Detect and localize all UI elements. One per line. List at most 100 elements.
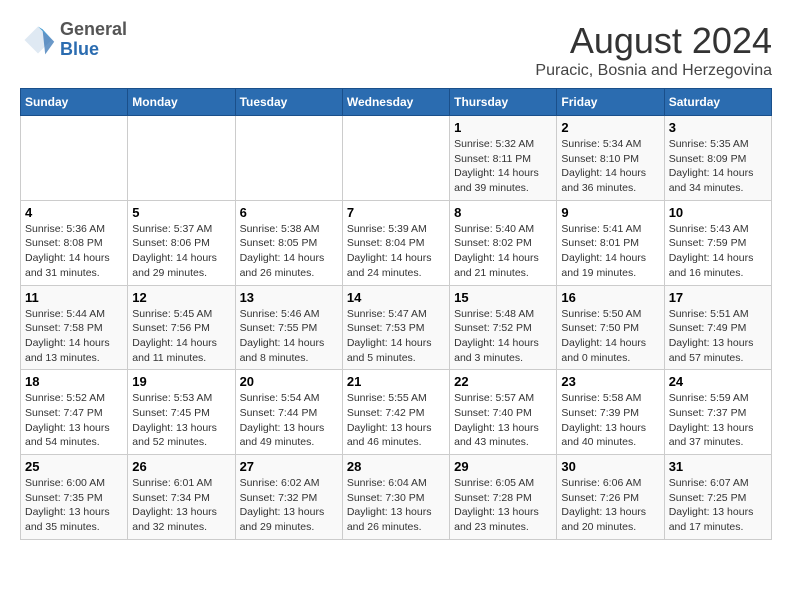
day-number: 29 bbox=[454, 459, 552, 474]
calendar-cell: 11Sunrise: 5:44 AMSunset: 7:58 PMDayligh… bbox=[21, 285, 128, 370]
calendar-cell: 12 Sunrise: 5:45 AMSunset: 7:56 PMDayligh… bbox=[128, 285, 235, 370]
day-number: 5 bbox=[132, 205, 230, 220]
day-info: Sunrise: 6:07 AMSunset: 7:25 PMDaylight:… bbox=[669, 476, 767, 535]
day-number: 3 bbox=[669, 120, 767, 135]
day-info: Sunrise: 5:54 AMSunset: 7:44 PMDaylight:… bbox=[240, 391, 338, 450]
day-info: Sunrise: 5:36 AMSunset: 8:08 PMDaylight:… bbox=[25, 222, 123, 281]
day-info: Sunrise: 5:40 AMSunset: 8:02 PMDaylight:… bbox=[454, 222, 552, 281]
day-number: 28 bbox=[347, 459, 445, 474]
day-info: Sunrise: 5:38 AMSunset: 8:05 PMDaylight:… bbox=[240, 222, 338, 281]
day-number: 21 bbox=[347, 374, 445, 389]
calendar-week-5: 25 Sunrise: 6:00 AMSunset: 7:35 PMDayligh… bbox=[21, 455, 772, 540]
calendar-cell: 28 Sunrise: 6:04 AMSunset: 7:30 PMDayligh… bbox=[342, 455, 449, 540]
day-number: 20 bbox=[240, 374, 338, 389]
day-info: Sunrise: 6:05 AMSunset: 7:28 PMDaylight:… bbox=[454, 476, 552, 535]
day-number: 13 bbox=[240, 290, 338, 305]
day-info: Sunrise: 6:04 AMSunset: 7:30 PMDaylight:… bbox=[347, 476, 445, 535]
calendar-cell: 27 Sunrise: 6:02 AMSunset: 7:32 PMDayligh… bbox=[235, 455, 342, 540]
day-info: Sunrise: 6:01 AMSunset: 7:34 PMDaylight:… bbox=[132, 476, 230, 535]
day-info: Sunrise: 5:47 AMSunset: 7:53 PMDaylight:… bbox=[347, 307, 445, 366]
day-number: 15 bbox=[454, 290, 552, 305]
day-number: 24 bbox=[669, 374, 767, 389]
col-header-wednesday: Wednesday bbox=[342, 89, 449, 116]
day-info: Sunrise: 5:51 AMSunset: 7:49 PMDaylight:… bbox=[669, 307, 767, 366]
day-info: Sunrise: 5:53 AMSunset: 7:45 PMDaylight:… bbox=[132, 391, 230, 450]
calendar-cell: 15Sunrise: 5:48 AMSunset: 7:52 PMDayligh… bbox=[450, 285, 557, 370]
logo-text: General Blue bbox=[60, 20, 127, 60]
day-info: Sunrise: 6:06 AMSunset: 7:26 PMDaylight:… bbox=[561, 476, 659, 535]
day-number: 2 bbox=[561, 120, 659, 135]
day-info: Sunrise: 6:00 AMSunset: 7:35 PMDaylight:… bbox=[25, 476, 123, 535]
day-number: 26 bbox=[132, 459, 230, 474]
calendar-week-2: 4 Sunrise: 5:36 AMSunset: 8:08 PMDaylight… bbox=[21, 200, 772, 285]
col-header-sunday: Sunday bbox=[21, 89, 128, 116]
day-number: 17 bbox=[669, 290, 767, 305]
calendar-cell: 22Sunrise: 5:57 AMSunset: 7:40 PMDayligh… bbox=[450, 370, 557, 455]
calendar-cell: 2Sunrise: 5:34 AMSunset: 8:10 PMDaylight… bbox=[557, 116, 664, 201]
day-info: Sunrise: 5:55 AMSunset: 7:42 PMDaylight:… bbox=[347, 391, 445, 450]
calendar-cell: 30Sunrise: 6:06 AMSunset: 7:26 PMDayligh… bbox=[557, 455, 664, 540]
calendar-cell: 14Sunrise: 5:47 AMSunset: 7:53 PMDayligh… bbox=[342, 285, 449, 370]
day-number: 27 bbox=[240, 459, 338, 474]
day-number: 10 bbox=[669, 205, 767, 220]
day-info: Sunrise: 5:50 AMSunset: 7:50 PMDaylight:… bbox=[561, 307, 659, 366]
day-number: 9 bbox=[561, 205, 659, 220]
day-number: 18 bbox=[25, 374, 123, 389]
col-header-saturday: Saturday bbox=[664, 89, 771, 116]
day-number: 31 bbox=[669, 459, 767, 474]
calendar-cell: 24 Sunrise: 5:59 AMSunset: 7:37 PMDayligh… bbox=[664, 370, 771, 455]
calendar-table: SundayMondayTuesdayWednesdayThursdayFrid… bbox=[20, 88, 772, 540]
calendar-cell: 29 Sunrise: 6:05 AMSunset: 7:28 PMDayligh… bbox=[450, 455, 557, 540]
calendar-cell: 16 Sunrise: 5:50 AMSunset: 7:50 PMDayligh… bbox=[557, 285, 664, 370]
logo-general: General bbox=[60, 19, 127, 39]
calendar-cell: 7Sunrise: 5:39 AMSunset: 8:04 PMDaylight… bbox=[342, 200, 449, 285]
calendar-cell: 1 Sunrise: 5:32 AMSunset: 8:11 PMDaylight… bbox=[450, 116, 557, 201]
calendar-cell: 31 Sunrise: 6:07 AMSunset: 7:25 PMDayligh… bbox=[664, 455, 771, 540]
col-header-thursday: Thursday bbox=[450, 89, 557, 116]
day-info: Sunrise: 5:39 AMSunset: 8:04 PMDaylight:… bbox=[347, 222, 445, 281]
calendar-week-4: 18Sunrise: 5:52 AMSunset: 7:47 PMDayligh… bbox=[21, 370, 772, 455]
day-info: Sunrise: 5:37 AMSunset: 8:06 PMDaylight:… bbox=[132, 222, 230, 281]
calendar-cell: 18Sunrise: 5:52 AMSunset: 7:47 PMDayligh… bbox=[21, 370, 128, 455]
day-number: 22 bbox=[454, 374, 552, 389]
day-info: Sunrise: 5:35 AMSunset: 8:09 PMDaylight:… bbox=[669, 137, 767, 196]
calendar-cell bbox=[235, 116, 342, 201]
calendar-cell: 3 Sunrise: 5:35 AMSunset: 8:09 PMDaylight… bbox=[664, 116, 771, 201]
calendar-cell bbox=[21, 116, 128, 201]
day-number: 25 bbox=[25, 459, 123, 474]
month-title: August 2024 bbox=[535, 20, 772, 62]
calendar-cell bbox=[342, 116, 449, 201]
calendar-cell: 9 Sunrise: 5:41 AMSunset: 8:01 PMDaylight… bbox=[557, 200, 664, 285]
day-number: 19 bbox=[132, 374, 230, 389]
location: Puracic, Bosnia and Herzegovina bbox=[535, 62, 772, 80]
calendar-cell: 19 Sunrise: 5:53 AMSunset: 7:45 PMDayligh… bbox=[128, 370, 235, 455]
day-info: Sunrise: 6:02 AMSunset: 7:32 PMDaylight:… bbox=[240, 476, 338, 535]
day-info: Sunrise: 5:46 AMSunset: 7:55 PMDaylight:… bbox=[240, 307, 338, 366]
day-number: 16 bbox=[561, 290, 659, 305]
day-info: Sunrise: 5:32 AMSunset: 8:11 PMDaylight:… bbox=[454, 137, 552, 196]
day-info: Sunrise: 5:45 AMSunset: 7:56 PMDaylight:… bbox=[132, 307, 230, 366]
logo-icon bbox=[20, 22, 56, 58]
day-number: 12 bbox=[132, 290, 230, 305]
col-header-tuesday: Tuesday bbox=[235, 89, 342, 116]
calendar-week-3: 11Sunrise: 5:44 AMSunset: 7:58 PMDayligh… bbox=[21, 285, 772, 370]
day-info: Sunrise: 5:41 AMSunset: 8:01 PMDaylight:… bbox=[561, 222, 659, 281]
col-header-friday: Friday bbox=[557, 89, 664, 116]
calendar-cell bbox=[128, 116, 235, 201]
calendar-cell: 25 Sunrise: 6:00 AMSunset: 7:35 PMDayligh… bbox=[21, 455, 128, 540]
calendar-cell: 21 Sunrise: 5:55 AMSunset: 7:42 PMDayligh… bbox=[342, 370, 449, 455]
page-header: General Blue August 2024 Puracic, Bosnia… bbox=[20, 20, 772, 80]
logo: General Blue bbox=[20, 20, 127, 60]
calendar-cell: 8Sunrise: 5:40 AMSunset: 8:02 PMDaylight… bbox=[450, 200, 557, 285]
day-info: Sunrise: 5:43 AMSunset: 7:59 PMDaylight:… bbox=[669, 222, 767, 281]
day-number: 23 bbox=[561, 374, 659, 389]
day-number: 4 bbox=[25, 205, 123, 220]
calendar-cell: 17 Sunrise: 5:51 AMSunset: 7:49 PMDayligh… bbox=[664, 285, 771, 370]
calendar-cell: 26 Sunrise: 6:01 AMSunset: 7:34 PMDayligh… bbox=[128, 455, 235, 540]
calendar-header-row: SundayMondayTuesdayWednesdayThursdayFrid… bbox=[21, 89, 772, 116]
day-info: Sunrise: 5:59 AMSunset: 7:37 PMDaylight:… bbox=[669, 391, 767, 450]
day-number: 1 bbox=[454, 120, 552, 135]
calendar-week-1: 1 Sunrise: 5:32 AMSunset: 8:11 PMDaylight… bbox=[21, 116, 772, 201]
calendar-cell: 23Sunrise: 5:58 AMSunset: 7:39 PMDayligh… bbox=[557, 370, 664, 455]
calendar-cell: 10 Sunrise: 5:43 AMSunset: 7:59 PMDayligh… bbox=[664, 200, 771, 285]
